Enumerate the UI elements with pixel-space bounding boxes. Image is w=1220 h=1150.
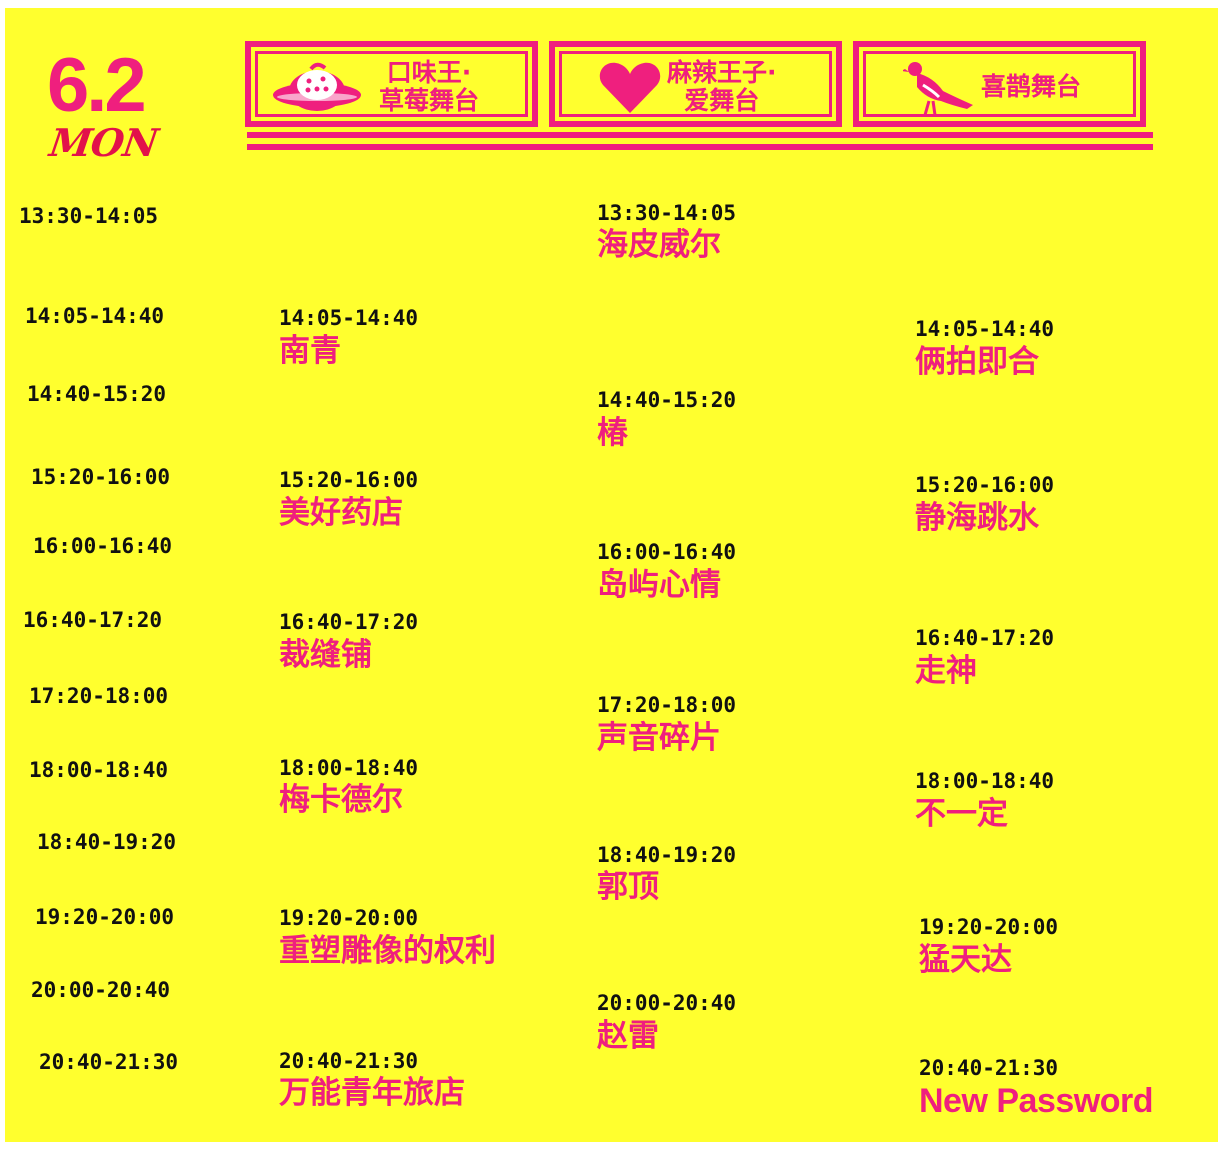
strawberry-slot-act: 万能青年旅店 [279,1075,465,1111]
love-slot-act: 椿 [597,415,628,451]
stage-header-magpie: 喜鹊舞台 [853,41,1146,127]
stage-name-line1: 口味王· [386,58,472,87]
strawberry-slot-time: 18:00-18:40 [279,756,419,780]
timeline-slot: 20:40-21:30 [39,1050,179,1074]
festival-schedule-poster: 6.2 MON 口味王· 草莓舞台 麻辣王子· 爱舞台 喜鹊舞台 13:30-1… [5,8,1218,1142]
strawberry-slot-act: 梅卡德尔 [279,782,403,818]
magpie-slot-act: 猛天达 [919,942,1012,978]
strawberry-slot-time: 20:40-21:30 [279,1049,419,1073]
love-slot-act: 郭顶 [597,869,659,905]
timeline-slot: 16:00-16:40 [33,534,173,558]
magpie-slot-act: 走神 [915,653,977,689]
strawberry-slot-act: 重塑雕像的权利 [279,933,496,969]
stage-name-line2: 草莓舞台 [379,86,480,115]
magpie-slot-time: 18:00-18:40 [915,769,1055,793]
timeline-slot: 16:40-17:20 [23,608,163,632]
timeline-slot: 20:00-20:40 [31,978,171,1002]
love-slot-time: 13:30-14:05 [597,201,737,225]
love-slot-time: 16:00-16:40 [597,540,737,564]
date-label: 6.2 [47,43,147,128]
magpie-slot-act: New Password [919,1082,1153,1120]
timeline-slot: 13:30-14:05 [19,204,159,228]
magpie-icon [903,62,973,116]
magpie-slot-time: 16:40-17:20 [915,626,1055,650]
divider-rule-bottom [247,144,1153,150]
magpie-slot-time: 20:40-21:30 [919,1056,1059,1080]
strawberry-saucer-icon [273,62,361,111]
timeline-slot: 14:40-15:20 [27,382,167,406]
love-slot-act: 岛屿心情 [597,567,721,603]
stage-name-love: 麻辣王子· 爱舞台 [667,59,777,115]
strawberry-slot-act: 裁缝铺 [279,637,372,673]
timeline-slot: 18:40-19:20 [37,830,177,854]
love-slot-act: 海皮威尔 [597,227,721,263]
magpie-slot-act: 俩拍即合 [915,344,1039,380]
weekday-label: MON [46,120,161,165]
stage-name-line2: 爱舞台 [684,86,760,115]
stage-header-love: 麻辣王子· 爱舞台 [549,41,842,127]
strawberry-slot-time: 19:20-20:00 [279,906,419,930]
magpie-slot-time: 19:20-20:00 [919,915,1059,939]
strawberry-slot-act: 美好药店 [279,495,403,531]
magpie-slot-act: 静海跳水 [915,500,1039,536]
timeline-slot: 18:00-18:40 [29,758,169,782]
strawberry-slot-act: 南青 [279,333,341,369]
love-slot-act: 赵雷 [597,1018,659,1054]
stage-name-magpie: 喜鹊舞台 [981,72,1082,101]
heart-icon [599,62,661,113]
stage-name-strawberry: 口味王· 草莓舞台 [379,59,479,115]
timeline-slot: 14:05-14:40 [25,304,165,328]
strawberry-slot-time: 15:20-16:00 [279,468,419,492]
magpie-slot-time: 14:05-14:40 [915,317,1055,341]
strawberry-slot-time: 14:05-14:40 [279,306,419,330]
strawberry-slot-time: 16:40-17:20 [279,610,419,634]
stage-header-strawberry: 口味王· 草莓舞台 [245,41,538,127]
timeline-slot: 15:20-16:00 [31,465,171,489]
love-slot-time: 18:40-19:20 [597,843,737,867]
magpie-slot-time: 15:20-16:00 [915,473,1055,497]
stage-name-line1: 麻辣王子· [667,58,777,87]
timeline-slot: 19:20-20:00 [35,905,175,929]
love-slot-time: 14:40-15:20 [597,388,737,412]
timeline-slot: 17:20-18:00 [29,684,169,708]
love-slot-time: 17:20-18:00 [597,693,737,717]
divider-rule-top [247,132,1153,138]
love-slot-time: 20:00-20:40 [597,991,737,1015]
love-slot-act: 声音碎片 [597,720,721,756]
magpie-slot-act: 不一定 [915,796,1008,832]
